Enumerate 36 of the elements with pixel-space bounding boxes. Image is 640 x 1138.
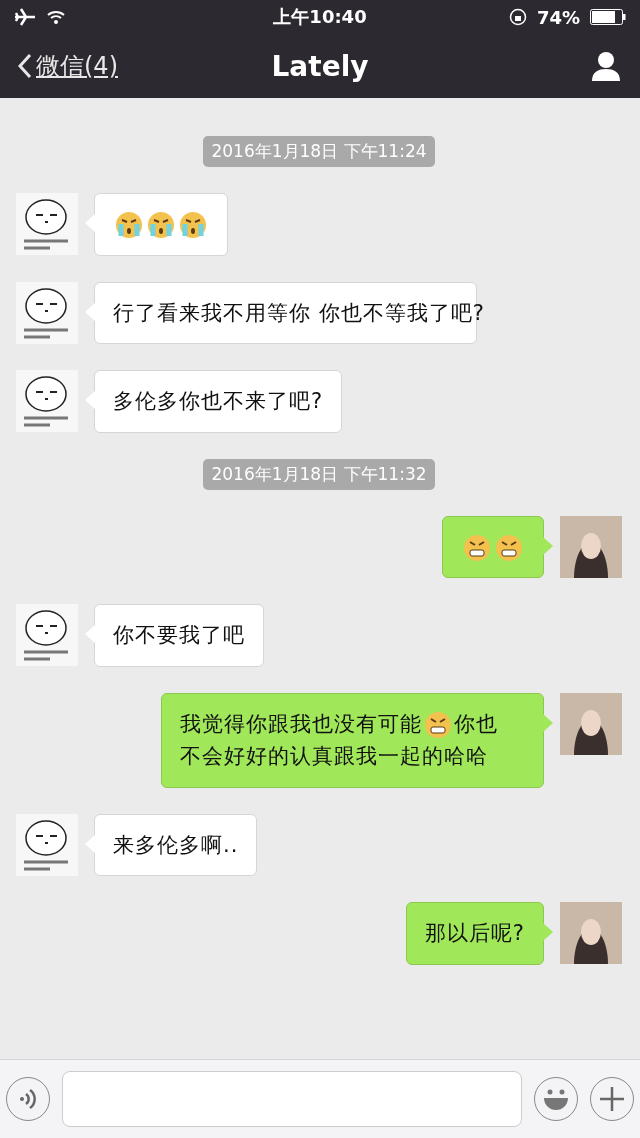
smiley-icon [541, 1087, 571, 1111]
message-text: 来多伦多啊.. [113, 832, 239, 857]
crying-emoji-icon [178, 210, 208, 240]
cartoon-avatar-drawing [16, 370, 78, 433]
message-text: 你不要我了吧 [113, 623, 245, 648]
avatar-picture [560, 692, 622, 755]
battery-percent: 74% [536, 6, 580, 28]
avatar-picture [560, 515, 622, 578]
message-text: 行了看来我不用等你 你也不等我了吧? [113, 300, 485, 325]
grimacing-emoji-icon [462, 532, 492, 563]
timestamp: 2016年1月18日 下午11:24 [203, 136, 435, 167]
cartoon-avatar-drawing [16, 281, 78, 344]
back-link[interactable]: 微信(4) [18, 50, 118, 82]
back-chevron-icon [18, 53, 32, 79]
grimacing-emoji-icon [423, 709, 453, 740]
cartoon-avatar-drawing [16, 193, 78, 255]
message-text: 多伦多你也不来了吧? [113, 389, 324, 414]
cartoon-avatar-drawing [16, 813, 78, 876]
grimacing-emoji-icon [494, 532, 524, 563]
avatar-picture [560, 902, 622, 965]
message-text: 你也 [454, 711, 498, 736]
battery-icon [590, 9, 626, 25]
back-label[interactable]: 微信(4) [36, 50, 118, 82]
crying-emoji-icon [114, 210, 144, 240]
plus-icon [599, 1086, 625, 1112]
message-input-field[interactable] [62, 1071, 522, 1127]
message-text: 那以后呢? [424, 921, 525, 946]
status-time: 上午10:40 [273, 5, 367, 29]
message-text: 我觉得你跟我也没有可能 [180, 711, 422, 736]
voice-icon [18, 1087, 38, 1111]
person-icon[interactable] [590, 51, 622, 81]
cartoon-avatar-drawing [16, 604, 78, 667]
crying-emoji-icon [146, 210, 176, 240]
chat-title: Lately [271, 49, 369, 83]
message-text: 不会好好的认真跟我一起的哈哈 [180, 744, 488, 769]
timestamp: 2016年1月18日 下午11:32 [203, 458, 435, 490]
